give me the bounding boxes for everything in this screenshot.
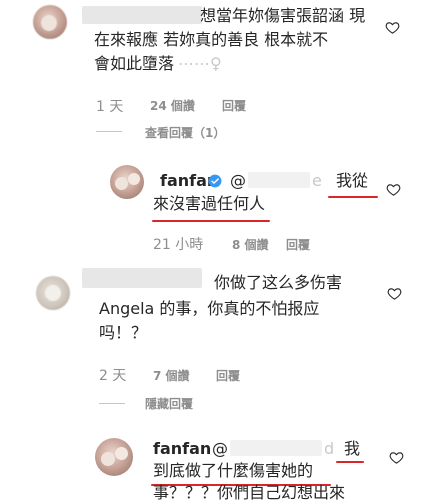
heart-icon[interactable] xyxy=(389,450,404,465)
mention-prefix[interactable]: @ xyxy=(212,438,228,460)
heart-icon[interactable] xyxy=(385,20,400,35)
reply-button[interactable]: 回覆 xyxy=(216,367,240,384)
comment-text-line: 到底做了什麼傷害她的 xyxy=(153,461,314,480)
heart-icon[interactable] xyxy=(386,182,401,197)
comment-time: 1 天 xyxy=(96,99,124,115)
mention-prefix[interactable]: @ xyxy=(230,170,246,192)
comment-text-line: 想當年妳傷害張韶涵 現 xyxy=(200,6,366,25)
blurred-mention xyxy=(230,440,322,456)
divider-line xyxy=(96,131,122,132)
comment-username[interactable]: fanfan xyxy=(153,438,211,460)
like-count[interactable]: 7 個讚 xyxy=(153,367,190,384)
like-count[interactable]: 8 個讚 xyxy=(232,236,269,253)
reply-button[interactable]: 回覆 xyxy=(222,97,246,114)
comment-time: 2 天 xyxy=(99,368,127,384)
heart-icon[interactable] xyxy=(387,286,402,301)
mention-tail: d xyxy=(324,439,335,458)
comment-text-line: Angela 的事，你真的不怕报应 xyxy=(99,299,320,318)
mention-tail: e xyxy=(312,171,322,190)
comment-text-highlight: 我從 xyxy=(336,171,369,190)
red-underline-mark xyxy=(328,196,378,198)
red-underline-mark xyxy=(336,461,364,463)
comment-text-line: 吗！？ xyxy=(99,323,148,342)
avatar[interactable] xyxy=(95,438,133,476)
avatar[interactable] xyxy=(33,5,67,39)
divider-line xyxy=(99,403,125,404)
comment-text-line: 在來報應 若妳真的善良 根本就不 xyxy=(94,30,329,49)
comment-text-line: 會如此墮落 xyxy=(94,54,175,73)
comment-text-line: 你做了这么多伤害 xyxy=(214,273,343,292)
hide-replies-button[interactable]: 隱藏回覆 xyxy=(145,395,193,412)
blurred-username xyxy=(82,6,202,24)
comment-text-line: 來沒害過任何人 xyxy=(153,194,266,213)
reply-button[interactable]: 回覆 xyxy=(286,236,310,253)
blurred-mention xyxy=(248,172,310,188)
like-count[interactable]: 24 個讚 xyxy=(150,97,195,114)
avatar[interactable] xyxy=(36,276,70,310)
verified-badge-icon xyxy=(208,174,222,188)
blurred-username xyxy=(82,268,202,288)
red-underline-mark xyxy=(152,220,270,222)
comment-text-highlight: 我 xyxy=(344,439,361,458)
avatar[interactable] xyxy=(110,165,144,199)
comment-text-faded: ⋯⋯♀ xyxy=(178,54,222,73)
comment-time: 21 小時 xyxy=(153,237,204,253)
view-replies-button[interactable]: 查看回覆（1） xyxy=(145,124,225,141)
